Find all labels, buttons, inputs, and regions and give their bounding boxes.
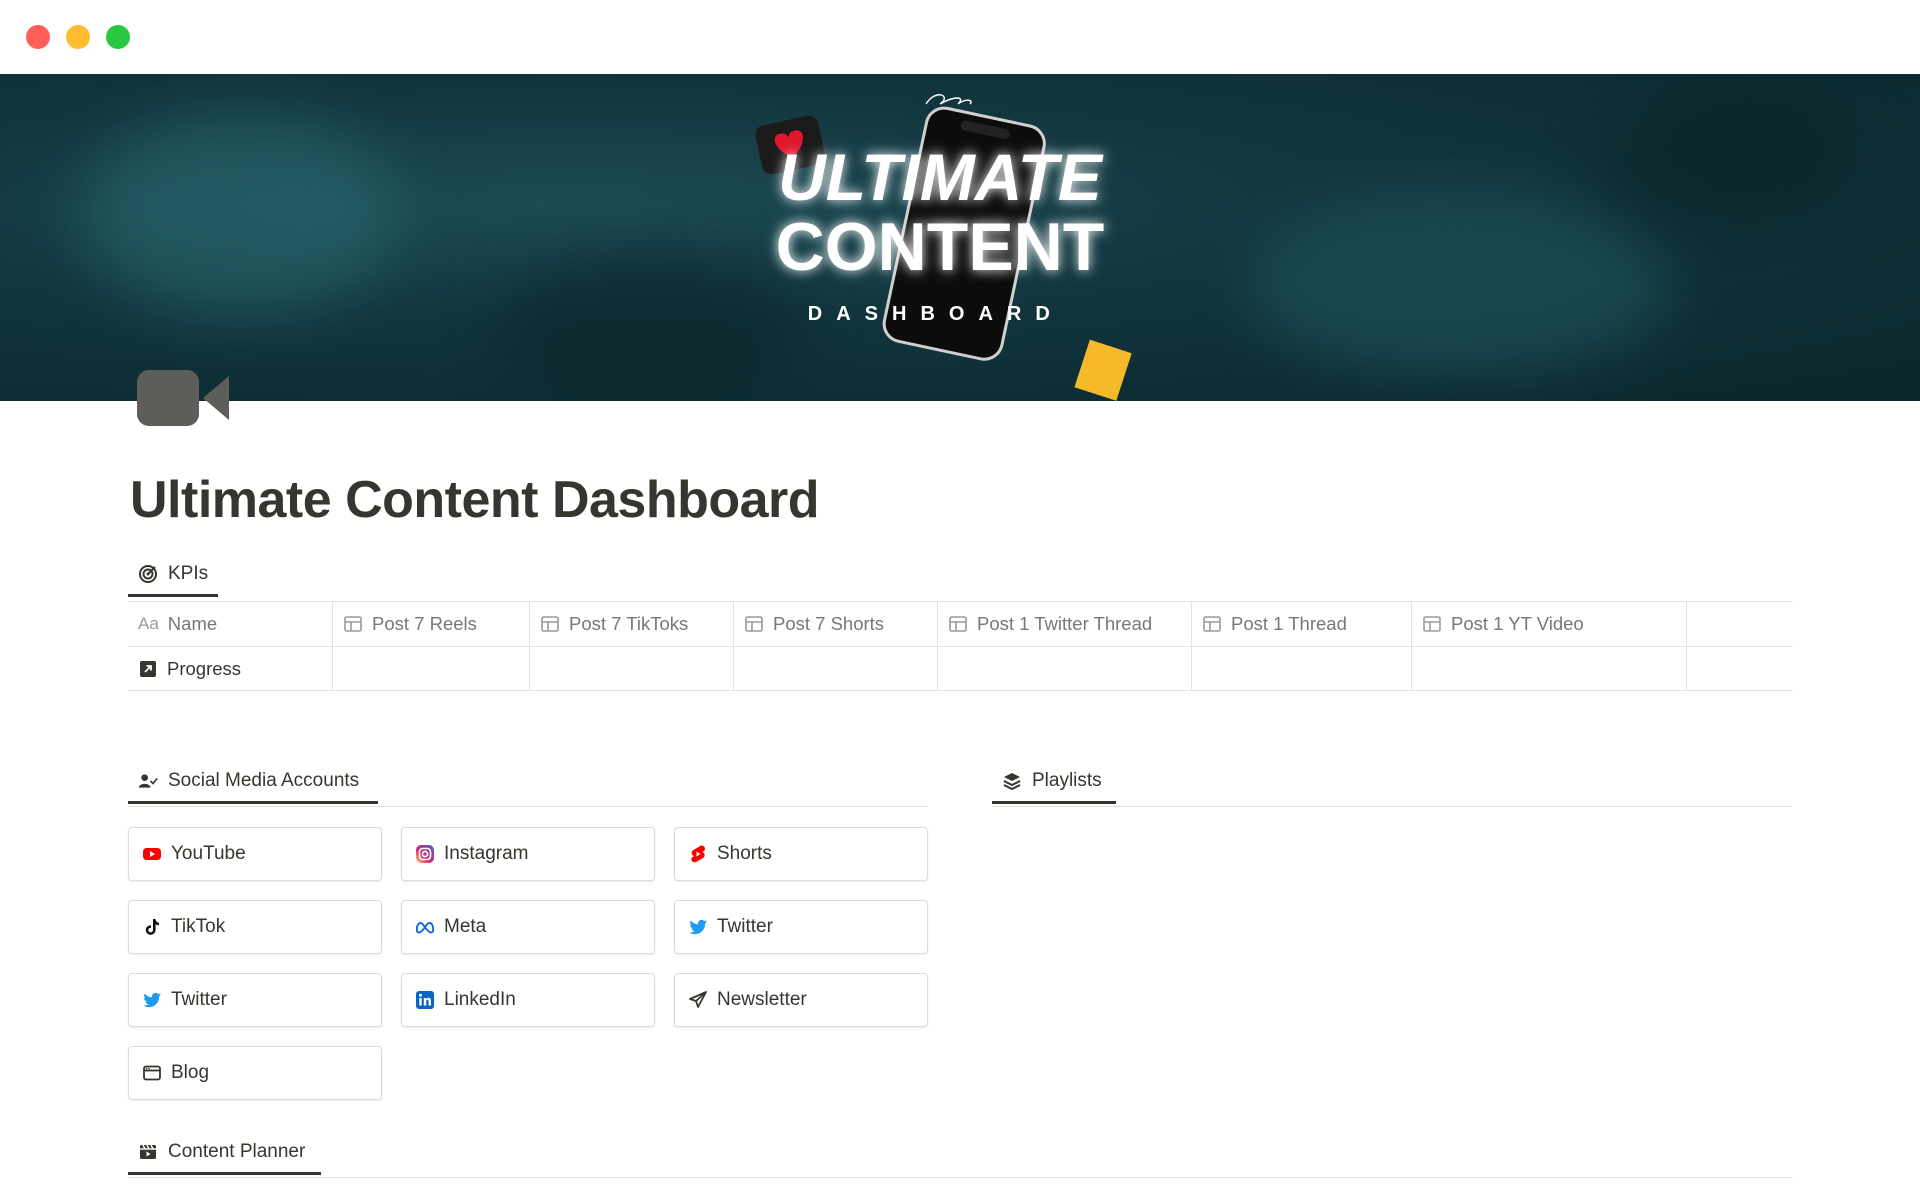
column-header-post-7-shorts[interactable]: Post 7 Shorts	[734, 602, 938, 646]
table-cell[interactable]	[333, 647, 530, 690]
button-label: Meta	[444, 916, 487, 937]
browser-window-icon	[142, 1063, 162, 1083]
video-camera-icon[interactable]	[137, 368, 233, 428]
shorts-link-button[interactable]: Shorts	[674, 827, 928, 881]
column-header-post-1-twitter-thread[interactable]: Post 1 Twitter Thread	[938, 602, 1192, 646]
button-label: Shorts	[717, 843, 772, 864]
button-label: Instagram	[444, 843, 529, 864]
maximize-window-button[interactable]	[106, 25, 130, 49]
button-label: Newsletter	[717, 989, 807, 1010]
column-header-name[interactable]: Aa Name	[128, 602, 333, 646]
minimize-window-button[interactable]	[66, 25, 90, 49]
button-property-icon	[540, 614, 560, 634]
paper-plane-icon	[688, 990, 708, 1010]
person-check-icon	[138, 771, 158, 791]
cover-image[interactable]: ULTIMATE CONTENT DASHBOARD	[0, 74, 1920, 401]
column-header-post-7-reels[interactable]: Post 7 Reels	[333, 602, 530, 646]
kpi-table: Aa Name Post 7 Reels Post 7 TikToks Post…	[128, 601, 1793, 691]
target-icon	[138, 564, 158, 584]
kpi-table-header: Aa Name Post 7 Reels Post 7 TikToks Post…	[128, 602, 1793, 646]
button-property-icon	[1202, 614, 1222, 634]
tab-kpis-label: KPIs	[168, 563, 209, 584]
divider	[992, 806, 1792, 807]
page-title[interactable]: Ultimate Content Dashboard	[130, 470, 820, 530]
column-header-label: Post 1 YT Video	[1451, 613, 1584, 634]
linkedin-icon	[415, 990, 435, 1010]
column-header-label: Post 7 TikToks	[569, 613, 689, 634]
table-cell[interactable]	[1687, 647, 1793, 690]
close-window-button[interactable]	[26, 25, 50, 49]
button-label: YouTube	[171, 843, 246, 864]
tab-content-planner[interactable]: Content Planner	[128, 1133, 321, 1175]
cover-text-line-1: ULTIMATE	[778, 140, 1104, 214]
linkedin-link-button[interactable]: LinkedIn	[401, 973, 655, 1027]
column-header-label: Name	[167, 613, 218, 634]
tiktok-link-button[interactable]: TikTok	[128, 900, 382, 954]
layers-icon	[1002, 771, 1022, 791]
button-label: LinkedIn	[444, 989, 516, 1010]
cover-text-line-2: CONTENT	[776, 209, 1105, 285]
shorts-icon	[688, 844, 708, 864]
divider	[128, 806, 928, 807]
table-cell[interactable]	[1192, 647, 1412, 690]
column-header-empty[interactable]	[1687, 602, 1793, 646]
active-tab-indicator	[128, 801, 378, 804]
newsletter-link-button[interactable]: Newsletter	[674, 973, 928, 1027]
blog-link-button[interactable]: Blog	[128, 1046, 382, 1100]
table-row[interactable]: Progress	[128, 646, 1793, 690]
column-header-label: Post 1 Twitter Thread	[977, 613, 1153, 634]
meta-link-button[interactable]: Meta	[401, 900, 655, 954]
cover-art: ULTIMATE CONTENT DASHBOARD	[755, 94, 1132, 401]
twitter-icon	[142, 990, 162, 1010]
tab-social-label: Social Media Accounts	[168, 770, 360, 791]
table-cell[interactable]	[530, 647, 734, 690]
tab-playlists-label: Playlists	[1032, 770, 1102, 791]
button-label: Twitter	[171, 989, 227, 1010]
column-header-post-7-tiktoks[interactable]: Post 7 TikToks	[530, 602, 734, 646]
column-header-post-1-yt-video[interactable]: Post 1 YT Video	[1412, 602, 1687, 646]
tab-playlists[interactable]: Playlists	[992, 762, 1116, 804]
active-tab-indicator	[128, 594, 218, 597]
twitter-icon	[688, 917, 708, 937]
youtube-icon	[142, 844, 162, 864]
column-header-label: Post 7 Reels	[372, 613, 477, 634]
tab-kpis[interactable]: KPIs	[128, 555, 218, 597]
twitter-link-button-2[interactable]: Twitter	[128, 973, 382, 1027]
active-tab-indicator	[992, 801, 1116, 804]
tab-social-media-accounts[interactable]: Social Media Accounts	[128, 762, 378, 804]
button-property-icon	[744, 614, 764, 634]
youtube-link-button[interactable]: YouTube	[128, 827, 382, 881]
instagram-link-button[interactable]: Instagram	[401, 827, 655, 881]
cover-text-line-3: DASHBOARD	[808, 303, 1064, 325]
column-header-post-1-thread[interactable]: Post 1 Thread	[1192, 602, 1412, 646]
button-label: TikTok	[171, 916, 226, 937]
button-label: Blog	[171, 1062, 210, 1083]
table-cell[interactable]	[734, 647, 938, 690]
window-titlebar	[0, 0, 1920, 74]
meta-icon	[415, 917, 435, 937]
twitter-link-button[interactable]: Twitter	[674, 900, 928, 954]
tab-planner-label: Content Planner	[168, 1141, 306, 1162]
clapperboard-icon	[138, 1142, 158, 1162]
button-label: Twitter	[717, 916, 773, 937]
table-cell[interactable]	[1412, 647, 1687, 690]
column-header-label: Post 7 Shorts	[773, 613, 885, 634]
table-cell[interactable]	[938, 647, 1192, 690]
row-name-label: Progress	[167, 657, 242, 679]
signature-logo	[925, 94, 972, 105]
instagram-icon	[415, 844, 435, 864]
text-aa-icon: Aa	[138, 614, 159, 633]
button-property-icon	[343, 614, 363, 634]
button-property-icon	[948, 614, 968, 634]
column-header-label: Post 1 Thread	[1231, 613, 1347, 634]
row-name-cell[interactable]: Progress	[128, 647, 333, 690]
arrow-up-right-square-icon	[138, 659, 158, 679]
active-tab-indicator	[128, 1172, 321, 1175]
divider	[128, 1177, 1793, 1178]
button-property-icon	[1422, 614, 1442, 634]
tiktok-icon	[142, 917, 162, 937]
